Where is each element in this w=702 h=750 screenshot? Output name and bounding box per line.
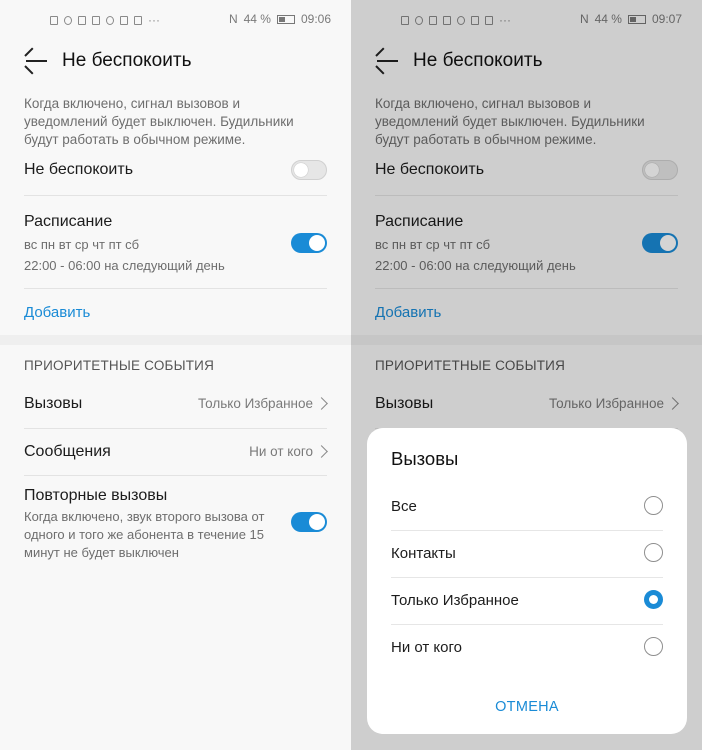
option-label: Только Избранное <box>391 592 519 609</box>
dnd-label: Не беспокоить <box>24 161 134 178</box>
schedule-row[interactable]: Расписание вс пн вт ср чт пт сб 22:00 - … <box>24 196 327 289</box>
plus-icon <box>120 15 128 25</box>
calls-row[interactable]: Вызовы Только Избранное <box>24 382 328 429</box>
option-all[interactable]: Все <box>391 483 663 531</box>
schedule-switch[interactable] <box>291 233 327 253</box>
page-title: Не беспокоить <box>62 50 192 71</box>
dnd-row[interactable]: Не беспокоить <box>24 149 327 196</box>
dnd-switch[interactable] <box>291 160 327 180</box>
messages-value: Ни от кого <box>249 444 313 459</box>
status-bar: ··· N 44 % 09:06 <box>0 0 351 40</box>
repeat-calls-description: Когда включено, звук второго вызова от о… <box>24 509 265 560</box>
settings-screen-left: ··· N 44 % 09:06 Не беспокоить Когда вкл… <box>0 0 351 750</box>
telegram-icon <box>78 15 86 25</box>
radio-button[interactable] <box>644 543 663 562</box>
back-arrow-icon[interactable] <box>24 47 50 75</box>
more-icon: ··· <box>148 13 160 27</box>
dnd-description: Когда включено, сигнал вызовов и уведомл… <box>24 96 294 147</box>
option-favorites[interactable]: Только Избранное <box>391 577 663 625</box>
calls-label: Вызовы <box>24 395 83 412</box>
radio-button-selected[interactable] <box>644 590 663 609</box>
notification-icons: ··· <box>50 13 160 27</box>
clock: 09:06 <box>300 12 331 26</box>
schedule-days: вс пн вт ср чт пт сб <box>24 237 140 252</box>
schedule-label: Расписание <box>24 213 113 230</box>
option-label: Контакты <box>391 545 456 562</box>
radio-button[interactable] <box>644 637 663 656</box>
schedule-time: 22:00 - 06:00 на следующий день <box>24 258 225 273</box>
add-schedule-link[interactable]: Добавить <box>24 304 327 321</box>
repeat-calls-label: Повторные вызовы <box>24 487 168 504</box>
radio-button[interactable] <box>644 496 663 515</box>
cancel-button[interactable]: ОТМЕНА <box>367 699 687 715</box>
mail-icon <box>92 15 100 25</box>
calls-dialog: Вызовы Все Контакты Только Избранное Ни … <box>367 428 687 734</box>
gamepad-icon <box>106 15 114 25</box>
battery-percent: 44 % <box>243 12 271 26</box>
option-label: Все <box>391 498 417 515</box>
battery-icon <box>276 14 295 24</box>
dialog-title: Вызовы <box>391 448 459 469</box>
wifi-icon <box>64 15 72 25</box>
settings-screen-right: ··· N 44 % 09:07 Не беспокоить Когда вкл… <box>351 0 702 750</box>
messages-label: Сообщения <box>24 443 111 460</box>
nfc-icon: N <box>228 12 238 26</box>
app-icon <box>134 15 142 25</box>
calls-value: Только Избранное <box>197 396 313 411</box>
file-icon <box>50 15 58 25</box>
option-label: Ни от кого <box>391 639 462 656</box>
priority-events-heading: ПРИОРИТЕТНЫЕ СОБЫТИЯ <box>24 358 215 373</box>
repeat-calls-row[interactable]: Повторные вызовы Когда включено, звук вт… <box>24 476 327 568</box>
chevron-right-icon <box>315 397 328 410</box>
repeat-calls-switch[interactable] <box>291 512 327 532</box>
option-contacts[interactable]: Контакты <box>391 530 663 578</box>
option-nobody[interactable]: Ни от кого <box>391 624 663 671</box>
messages-row[interactable]: Сообщения Ни от кого <box>24 429 328 476</box>
chevron-right-icon <box>315 445 328 458</box>
section-divider <box>0 335 351 345</box>
